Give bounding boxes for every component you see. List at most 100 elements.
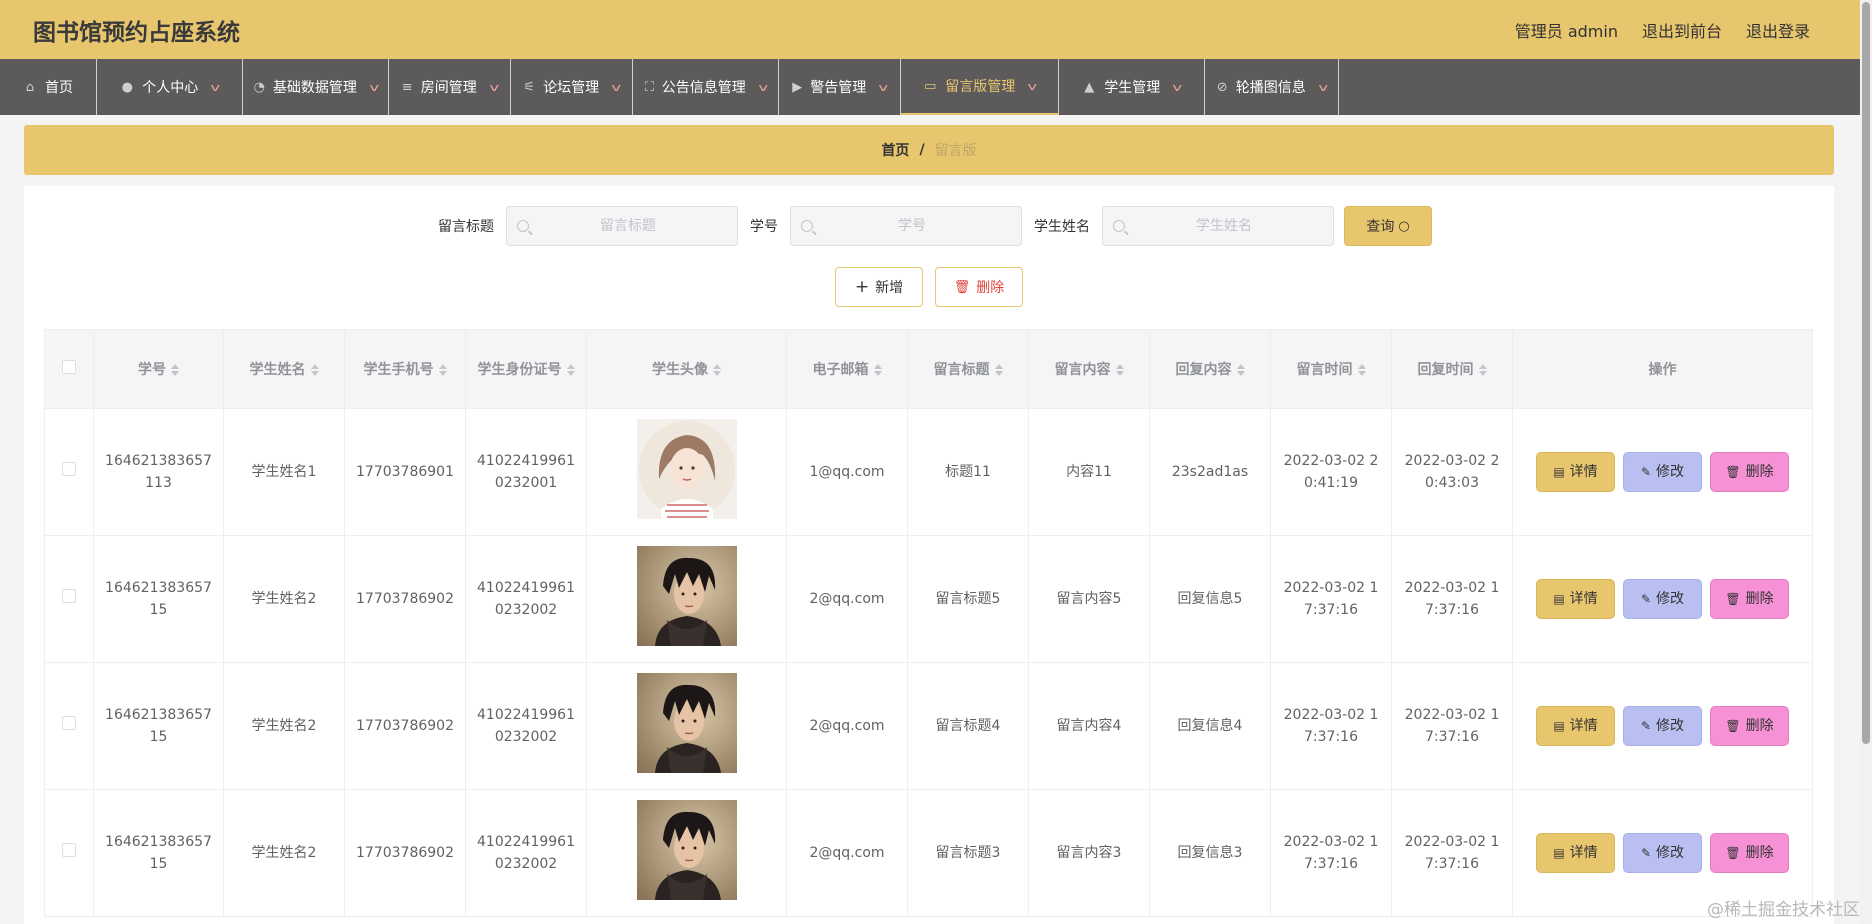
delete-button-label: 删除 [1745, 718, 1774, 734]
breadcrumb-home[interactable]: 首页 [881, 140, 909, 160]
delete-button-label: 删除 [1745, 845, 1774, 861]
trash-icon: 🗑 [1725, 846, 1741, 860]
list-icon: ≡ [401, 79, 413, 95]
batch-delete-button[interactable]: 🗑 删除 [935, 267, 1023, 307]
student-name-cell: 学生姓名2 [223, 789, 345, 917]
nav-item-9[interactable]: ⊘ 轮播图信息 v [1205, 59, 1339, 115]
table-header: 学号 学生姓名 学生手机号 学生身份证号 学生头像 电子邮箱 留言标题 留言内容 回复内容 留言时… [44, 329, 1813, 409]
student-name-cell: 学生姓名2 [223, 662, 345, 790]
column-header[interactable]: 电子邮箱 [786, 329, 908, 409]
edit-button[interactable]: ✎ 修改 [1623, 706, 1702, 746]
sort-caret-icon[interactable] [873, 364, 882, 376]
title-search-input[interactable] [529, 218, 727, 234]
sort-caret-icon[interactable] [1236, 364, 1245, 376]
detail-button[interactable]: ▤ 详情 [1536, 579, 1615, 619]
column-header[interactable]: 留言内容 [1028, 329, 1150, 409]
search-icon [1113, 220, 1125, 232]
nav-item-6[interactable]: ▶ 警告管理 v [779, 59, 901, 115]
id-card-cell: 410224199610232002 [465, 789, 587, 917]
sort-caret-icon[interactable] [713, 364, 721, 376]
message-title-cell: 留言标题4 [907, 662, 1029, 790]
column-header[interactable]: 操作 [1512, 329, 1813, 409]
delete-button[interactable]: 🗑 删除 [1710, 706, 1789, 746]
add-button[interactable]: + 新增 [835, 267, 923, 307]
back-to-frontend-link[interactable]: 退出到前台 [1642, 18, 1722, 42]
nav-item-4[interactable]: ⚟ 论坛管理 v [511, 59, 633, 115]
column-header-label: 学生姓名 [249, 362, 306, 378]
nav-item-3[interactable]: ≡ 房间管理 v [389, 59, 511, 115]
reply-content-cell: 回复信息4 [1149, 662, 1271, 790]
sort-caret-icon[interactable] [566, 364, 575, 376]
sort-caret-icon[interactable] [1115, 364, 1124, 376]
table-row[interactable]: 16462138365715 学生姓名2 17703786902 4102241996… [44, 535, 1813, 663]
delete-button[interactable]: 🗑 删除 [1710, 833, 1789, 873]
nav-item-8[interactable]: ▲ 学生管理 v [1059, 59, 1205, 115]
select-all-checkbox[interactable] [62, 360, 76, 374]
nav-item-1[interactable]: ● 个人中心 v [97, 59, 243, 115]
scrollbar[interactable] [1860, 0, 1872, 924]
sort-caret-icon[interactable] [1478, 364, 1487, 376]
nav-item-0[interactable]: ⌂ 首页 [0, 59, 97, 115]
detail-button[interactable]: ▤ 详情 [1536, 452, 1615, 492]
table-row[interactable]: 16462138365715 学生姓名2 17703786902 4102241996… [44, 662, 1813, 790]
row-checkbox[interactable] [62, 843, 76, 857]
row-checkbox[interactable] [62, 462, 76, 476]
column-header[interactable]: 学号 [93, 329, 224, 409]
sort-caret-icon[interactable] [438, 364, 447, 376]
avatar-cell [586, 535, 787, 663]
table-row[interactable]: 164621383657113 学生姓名1 17703786901 410224199… [44, 408, 1813, 536]
title-label: 留言标题 [438, 219, 494, 235]
detail-button-label: 详情 [1569, 845, 1598, 861]
message-time-cell: 2022-03-02 17:37:16 [1270, 535, 1392, 663]
edit-button-label: 修改 [1656, 591, 1685, 607]
sort-caret-icon[interactable] [171, 364, 179, 376]
nav-item-7[interactable]: ▭ 留言版管理 v [901, 59, 1059, 115]
breadcrumb-separator: / [919, 142, 925, 158]
sort-caret-icon[interactable] [1357, 364, 1366, 376]
document-icon: ▤ [1553, 719, 1565, 733]
student-name-search-input[interactable] [1125, 218, 1323, 234]
boy-avatar [636, 672, 737, 773]
scrollbar-thumb[interactable] [1862, 2, 1870, 744]
logout-link[interactable]: 退出登录 [1746, 18, 1810, 42]
edit-button[interactable]: ✎ 修改 [1623, 579, 1702, 619]
sort-caret-icon[interactable] [994, 364, 1003, 376]
nav-item-5[interactable]: ⛶ 公告信息管理 v [633, 59, 779, 115]
query-button[interactable]: 查询 ○ [1344, 206, 1432, 246]
user-icon: ● [121, 79, 133, 95]
column-header-label: 电子邮箱 [812, 362, 869, 378]
column-header-label: 留言标题 [933, 362, 990, 378]
table-row[interactable]: 16462138365715 学生姓名2 17703786902 4102241996… [44, 789, 1813, 917]
column-header[interactable]: 留言标题 [907, 329, 1029, 409]
chevron-down-icon: v [758, 80, 768, 94]
student-id-search-input[interactable] [813, 218, 1011, 234]
student-id-cell: 16462138365715 [93, 662, 224, 790]
row-actions-cell: ▤ 详情 ✎ 修改 🗑 删除 [1512, 662, 1813, 790]
reply-time-cell: 2022-03-02 17:37:16 [1391, 535, 1513, 663]
edit-button-label: 修改 [1656, 718, 1685, 734]
column-header[interactable]: 学生手机号 [344, 329, 466, 409]
column-header[interactable]: 学生身份证号 [465, 329, 587, 409]
column-header[interactable]: 回复时间 [1391, 329, 1513, 409]
edit-button[interactable]: ✎ 修改 [1623, 833, 1702, 873]
nav-item-2[interactable]: ◔ 基础数据管理 v [243, 59, 389, 115]
column-header[interactable]: 回复内容 [1149, 329, 1271, 409]
detail-button[interactable]: ▤ 详情 [1536, 833, 1615, 873]
row-checkbox[interactable] [62, 716, 76, 730]
edit-button[interactable]: ✎ 修改 [1623, 452, 1702, 492]
trash-icon: 🗑 [1725, 719, 1741, 733]
document-icon: ▤ [1553, 592, 1565, 606]
column-header[interactable]: 学生头像 [586, 329, 787, 409]
column-header[interactable]: 留言时间 [1270, 329, 1392, 409]
delete-button[interactable]: 🗑 删除 [1710, 452, 1789, 492]
row-checkbox[interactable] [62, 589, 76, 603]
sort-caret-icon[interactable] [310, 364, 319, 376]
detail-button-label: 详情 [1569, 464, 1598, 480]
admin-label[interactable]: 管理员 admin [1515, 18, 1618, 42]
reply-time-cell: 2022-03-02 17:37:16 [1391, 662, 1513, 790]
detail-button[interactable]: ▤ 详情 [1536, 706, 1615, 746]
email-cell: 2@qq.com [786, 789, 908, 917]
delete-button[interactable]: 🗑 删除 [1710, 579, 1789, 619]
nav-item-label: 基础数据管理 [272, 80, 357, 96]
column-header[interactable]: 学生姓名 [223, 329, 345, 409]
